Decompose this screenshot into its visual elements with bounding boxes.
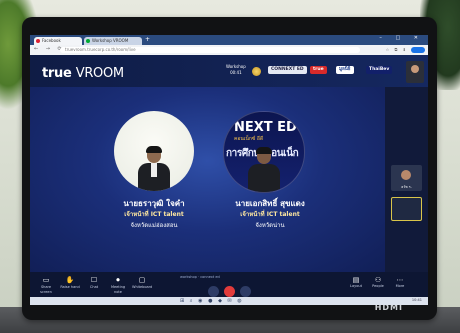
vroom-header: true VROOM Workshop 00:41 CONNEXT ED true… xyxy=(30,55,428,87)
participant-sidebar: ธวัช ร. xyxy=(385,87,428,272)
more-icon: ⋯ xyxy=(396,276,404,284)
layout-icon: ▤ xyxy=(352,276,360,284)
tool-label: Share screen xyxy=(40,285,52,294)
sponsor-logo-true: true xyxy=(310,66,327,74)
people-icon: ⚇ xyxy=(374,276,382,284)
brand-title: NEXT ED xyxy=(234,120,297,135)
chat-icon: ☐ xyxy=(90,276,98,284)
vroom-icon xyxy=(86,39,90,43)
logo-true: true xyxy=(42,66,72,81)
monitor-screen: Facebook Workshop VROOM + – □ ✕ ← → ⟳ tr… xyxy=(30,35,428,305)
tool-label: More xyxy=(395,284,405,288)
sponsor-logo-connext: CONNEXT ED xyxy=(268,66,307,74)
presentation-stage: NEXT EDคอนเน็กซ์ อีดี การศึกษาคอนเน็ก นา… xyxy=(30,87,385,272)
meeting-note-button[interactable]: ⏺ Meeting note xyxy=(108,276,128,295)
participant-name: ธวัช ร. xyxy=(401,185,412,189)
medal-icon xyxy=(252,67,261,76)
record-icon: ⏺ xyxy=(116,276,120,284)
facebook-icon xyxy=(36,39,40,43)
logo-vroom: VROOM xyxy=(75,66,124,81)
speaker-2-role: เจ้าหน้าที่ ICT talent xyxy=(240,211,300,218)
portrait-speaker-1 xyxy=(114,111,194,191)
whiteboard-button[interactable]: ▢ Whiteboard xyxy=(132,276,152,290)
window-controls[interactable]: – □ ✕ xyxy=(379,35,424,41)
hand-icon: ✋ xyxy=(65,276,75,284)
tool-label: Layout xyxy=(350,284,362,288)
session-info: Workshop 00:41 xyxy=(226,64,246,76)
person-figure xyxy=(138,146,170,191)
share-screen-icon: ▭ xyxy=(42,276,50,284)
self-view-avatar[interactable] xyxy=(406,61,424,83)
participant-tile-active[interactable] xyxy=(391,197,422,221)
sponsor-logo-foundation: มูลนิธิ xyxy=(336,66,354,74)
extension-icons[interactable]: ☆ ⧉ ⬇ xyxy=(386,47,408,52)
tool-label: Whiteboard xyxy=(132,285,153,289)
end-call-button[interactable] xyxy=(224,286,235,297)
layout-button[interactable]: ▤ Layout xyxy=(348,276,364,288)
chat-button[interactable]: ☐ Chat xyxy=(84,276,104,290)
tool-label: Chat xyxy=(89,285,99,289)
whiteboard-icon: ▢ xyxy=(138,276,146,284)
more-button[interactable]: ⋯ More xyxy=(392,276,408,288)
connext-ed-brand: NEXT ED คอนเน็กซ์ อีดี xyxy=(234,120,297,143)
tab-facebook[interactable]: Facebook xyxy=(34,37,82,45)
os-taskbar: ⊞ ⌕ ◉ ● ◆ ✉ ◍ 10:41 xyxy=(30,297,428,305)
tool-label: Raise hand xyxy=(60,285,80,289)
speaker-1-role: เจ้าหน้าที่ ICT talent xyxy=(124,211,184,218)
camera-button[interactable] xyxy=(240,286,251,297)
person-figure xyxy=(248,147,280,192)
speaker-1-province: จังหวัดแม่ฮ่องสอน xyxy=(130,222,178,229)
brand-subtitle: คอนเน็กซ์ อีดี xyxy=(234,136,264,142)
share-screen-button[interactable]: ▭ Share screen xyxy=(36,276,56,295)
vroom-logo: true VROOM xyxy=(42,66,124,81)
meeting-caption: workshop · connext ed xyxy=(180,275,220,279)
tab-label: Workshop VROOM xyxy=(92,38,129,43)
people-button[interactable]: ⚇ People xyxy=(370,276,386,288)
taskbar-clock: 10:41 xyxy=(411,298,422,302)
raise-hand-button[interactable]: ✋ Raise hand xyxy=(60,276,80,290)
profile-button[interactable] xyxy=(411,47,425,53)
sponsor-logo-thaibev: ThaiBev xyxy=(366,66,393,74)
address-bar-row: ← → ⟳ truevroom.truecorp.co.th/room/live… xyxy=(30,45,428,55)
url-input[interactable]: truevroom.truecorp.co.th/room/live xyxy=(60,47,360,53)
participant-tile[interactable]: ธวัช ร. xyxy=(391,165,422,191)
speaker-2-province: จังหวัดน่าน xyxy=(255,222,285,229)
tab-vroom[interactable]: Workshop VROOM xyxy=(84,37,142,45)
session-timer: 00:41 xyxy=(230,70,242,75)
portrait-speaker-2: NEXT EDคอนเน็กซ์ อีดี การศึกษาคอนเน็ก xyxy=(223,111,305,193)
tool-label: Meeting note xyxy=(110,285,126,294)
microphone-button[interactable] xyxy=(208,286,219,297)
tab-label: Facebook xyxy=(42,38,61,43)
browser-tab-bar: Facebook Workshop VROOM + – □ ✕ xyxy=(30,35,428,45)
taskbar-app-icons[interactable]: ⊞ ⌕ ◉ ● ◆ ✉ ◍ xyxy=(180,298,244,304)
new-tab-button[interactable]: + xyxy=(145,36,150,43)
tool-label: People xyxy=(372,284,384,288)
